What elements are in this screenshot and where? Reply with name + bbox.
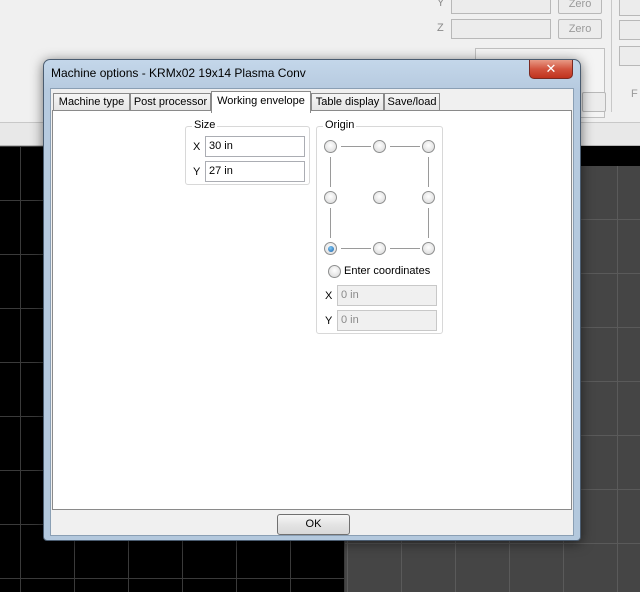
- zero-y-button[interactable]: Zero: [558, 0, 602, 14]
- dialog-client-area: Machine type Post processor Working enve…: [50, 88, 574, 536]
- origin-bottom-line-left: [341, 248, 371, 249]
- size-group: Size X 30 in Y 27 in: [185, 119, 310, 185]
- close-button[interactable]: ✕: [529, 60, 573, 79]
- origin-middle-right-radio[interactable]: [422, 191, 435, 204]
- origin-top-center-radio[interactable]: [373, 140, 386, 153]
- side-field-2[interactable]: [619, 20, 640, 40]
- background-small-button[interactable]: [582, 92, 606, 112]
- dialog-title: Machine options - KRMx02 19x14 Plasma Co…: [51, 66, 306, 80]
- origin-y-input[interactable]: 0 in: [337, 310, 437, 331]
- close-icon: ✕: [545, 61, 557, 76]
- origin-top-left-radio[interactable]: [324, 140, 337, 153]
- origin-bottom-center-radio[interactable]: [373, 242, 386, 255]
- origin-top-line-left: [341, 146, 371, 147]
- origin-bottom-line-right: [390, 248, 420, 249]
- side-label-fragment: F: [631, 88, 638, 100]
- z-axis-label: Z: [437, 22, 444, 34]
- enter-coordinates-radio[interactable]: [328, 265, 341, 278]
- z-position-field[interactable]: [451, 19, 551, 39]
- size-y-input[interactable]: 27 in: [205, 161, 305, 182]
- ok-button[interactable]: OK: [277, 514, 350, 535]
- size-group-title: Size: [192, 119, 218, 131]
- size-x-input[interactable]: 30 in: [205, 136, 305, 157]
- origin-group-title: Origin: [323, 119, 357, 131]
- origin-group: Origin Enter coordinates X 0 in Y 0 in: [316, 119, 443, 334]
- origin-bottom-left-radio[interactable]: [324, 242, 337, 255]
- origin-left-line-top: [330, 157, 331, 187]
- origin-middle-left-radio[interactable]: [324, 191, 337, 204]
- machine-options-dialog: Machine options - KRMx02 19x14 Plasma Co…: [43, 59, 581, 541]
- enter-coordinates-label[interactable]: Enter coordinates: [344, 265, 430, 277]
- origin-y-label: Y: [325, 315, 333, 327]
- zero-z-button[interactable]: Zero: [558, 19, 602, 39]
- origin-top-line-right: [390, 146, 420, 147]
- side-field-3[interactable]: [619, 46, 640, 66]
- origin-bottom-right-radio[interactable]: [422, 242, 435, 255]
- origin-top-right-radio[interactable]: [422, 140, 435, 153]
- origin-x-label: X: [325, 290, 333, 302]
- y-axis-label: Y: [437, 0, 445, 9]
- origin-left-line-bottom: [330, 208, 331, 238]
- origin-right-line-top: [428, 157, 429, 187]
- canvas-top-strip: [580, 146, 640, 166]
- size-y-label: Y: [193, 166, 201, 178]
- y-position-field[interactable]: [451, 0, 551, 14]
- origin-x-input[interactable]: 0 in: [337, 285, 437, 306]
- origin-center-radio[interactable]: [373, 191, 386, 204]
- size-x-label: X: [193, 141, 201, 153]
- working-envelope-page: Size X 30 in Y 27 in Origin Enter coordi…: [52, 110, 572, 510]
- toolbar-divider: [611, 0, 612, 112]
- tab-working-envelope[interactable]: Working envelope: [211, 91, 311, 113]
- side-field-1[interactable]: [619, 0, 640, 16]
- origin-right-line-bottom: [428, 208, 429, 238]
